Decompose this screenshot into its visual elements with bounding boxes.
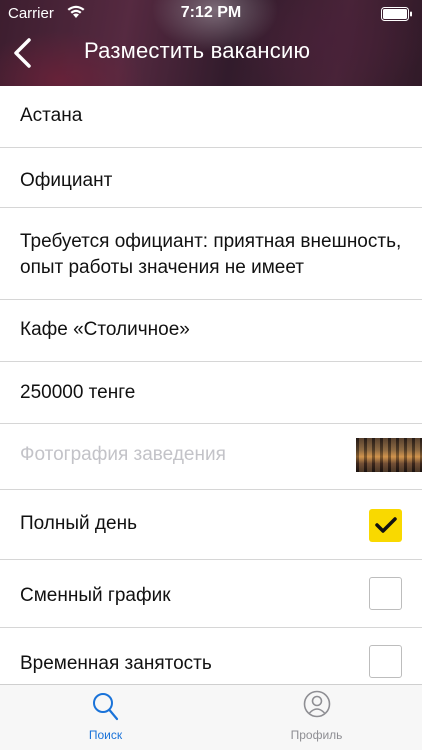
status-bar: Carrier 7:12 PM — [0, 0, 422, 26]
venue-photo-thumbnail[interactable] — [356, 438, 422, 472]
shift-schedule-checkbox[interactable] — [369, 577, 402, 610]
schedule-option-label: Временная занятость — [20, 653, 212, 674]
schedule-option-label: Сменный график — [20, 585, 171, 606]
salary-value: 250000 тенге — [20, 382, 136, 403]
schedule-option-temporary[interactable]: Временная занятость — [0, 628, 422, 686]
temporary-employment-checkbox[interactable] — [369, 645, 402, 678]
photo-placeholder: Фотография заведения — [20, 444, 226, 465]
description-field[interactable]: Требуется официант: приятная внешность, … — [0, 208, 422, 300]
status-time: 7:12 PM — [180, 4, 242, 21]
tab-search-label: Поиск — [88, 728, 123, 742]
full-day-checkbox[interactable] — [369, 509, 402, 542]
battery-icon — [381, 7, 412, 21]
profile-icon — [303, 690, 331, 718]
schedule-option-shift[interactable]: Сменный график — [0, 560, 422, 628]
photo-field[interactable]: Фотография заведения — [0, 424, 422, 490]
tab-profile[interactable]: Профиль — [211, 685, 422, 750]
back-chevron-icon[interactable] — [10, 36, 36, 70]
company-field[interactable]: Кафе «Столичное» — [0, 300, 422, 362]
schedule-option-full-day[interactable]: Полный день — [0, 490, 422, 560]
schedule-option-label: Полный день — [20, 513, 137, 534]
tab-bar: Поиск Профиль — [0, 684, 422, 750]
navigation-bar: Разместить вакансию — [0, 26, 422, 82]
position-field[interactable]: Официант — [0, 148, 422, 208]
tab-search[interactable]: Поиск — [0, 685, 211, 750]
position-value: Официант — [20, 170, 113, 191]
city-field[interactable]: Астана — [0, 86, 422, 148]
description-value: Требуется официант: приятная внешность, … — [20, 231, 402, 278]
salary-field[interactable]: 250000 тенге — [0, 362, 422, 424]
page-title: Разместить вакансию — [84, 38, 311, 63]
company-value: Кафе «Столичное» — [20, 319, 190, 340]
city-value: Астана — [20, 105, 83, 126]
tab-profile-label: Профиль — [290, 728, 343, 742]
search-icon — [93, 693, 119, 721]
checkmark-icon — [375, 517, 397, 533]
vacancy-form: Астана Официант Требуется официант: прия… — [0, 86, 422, 686]
